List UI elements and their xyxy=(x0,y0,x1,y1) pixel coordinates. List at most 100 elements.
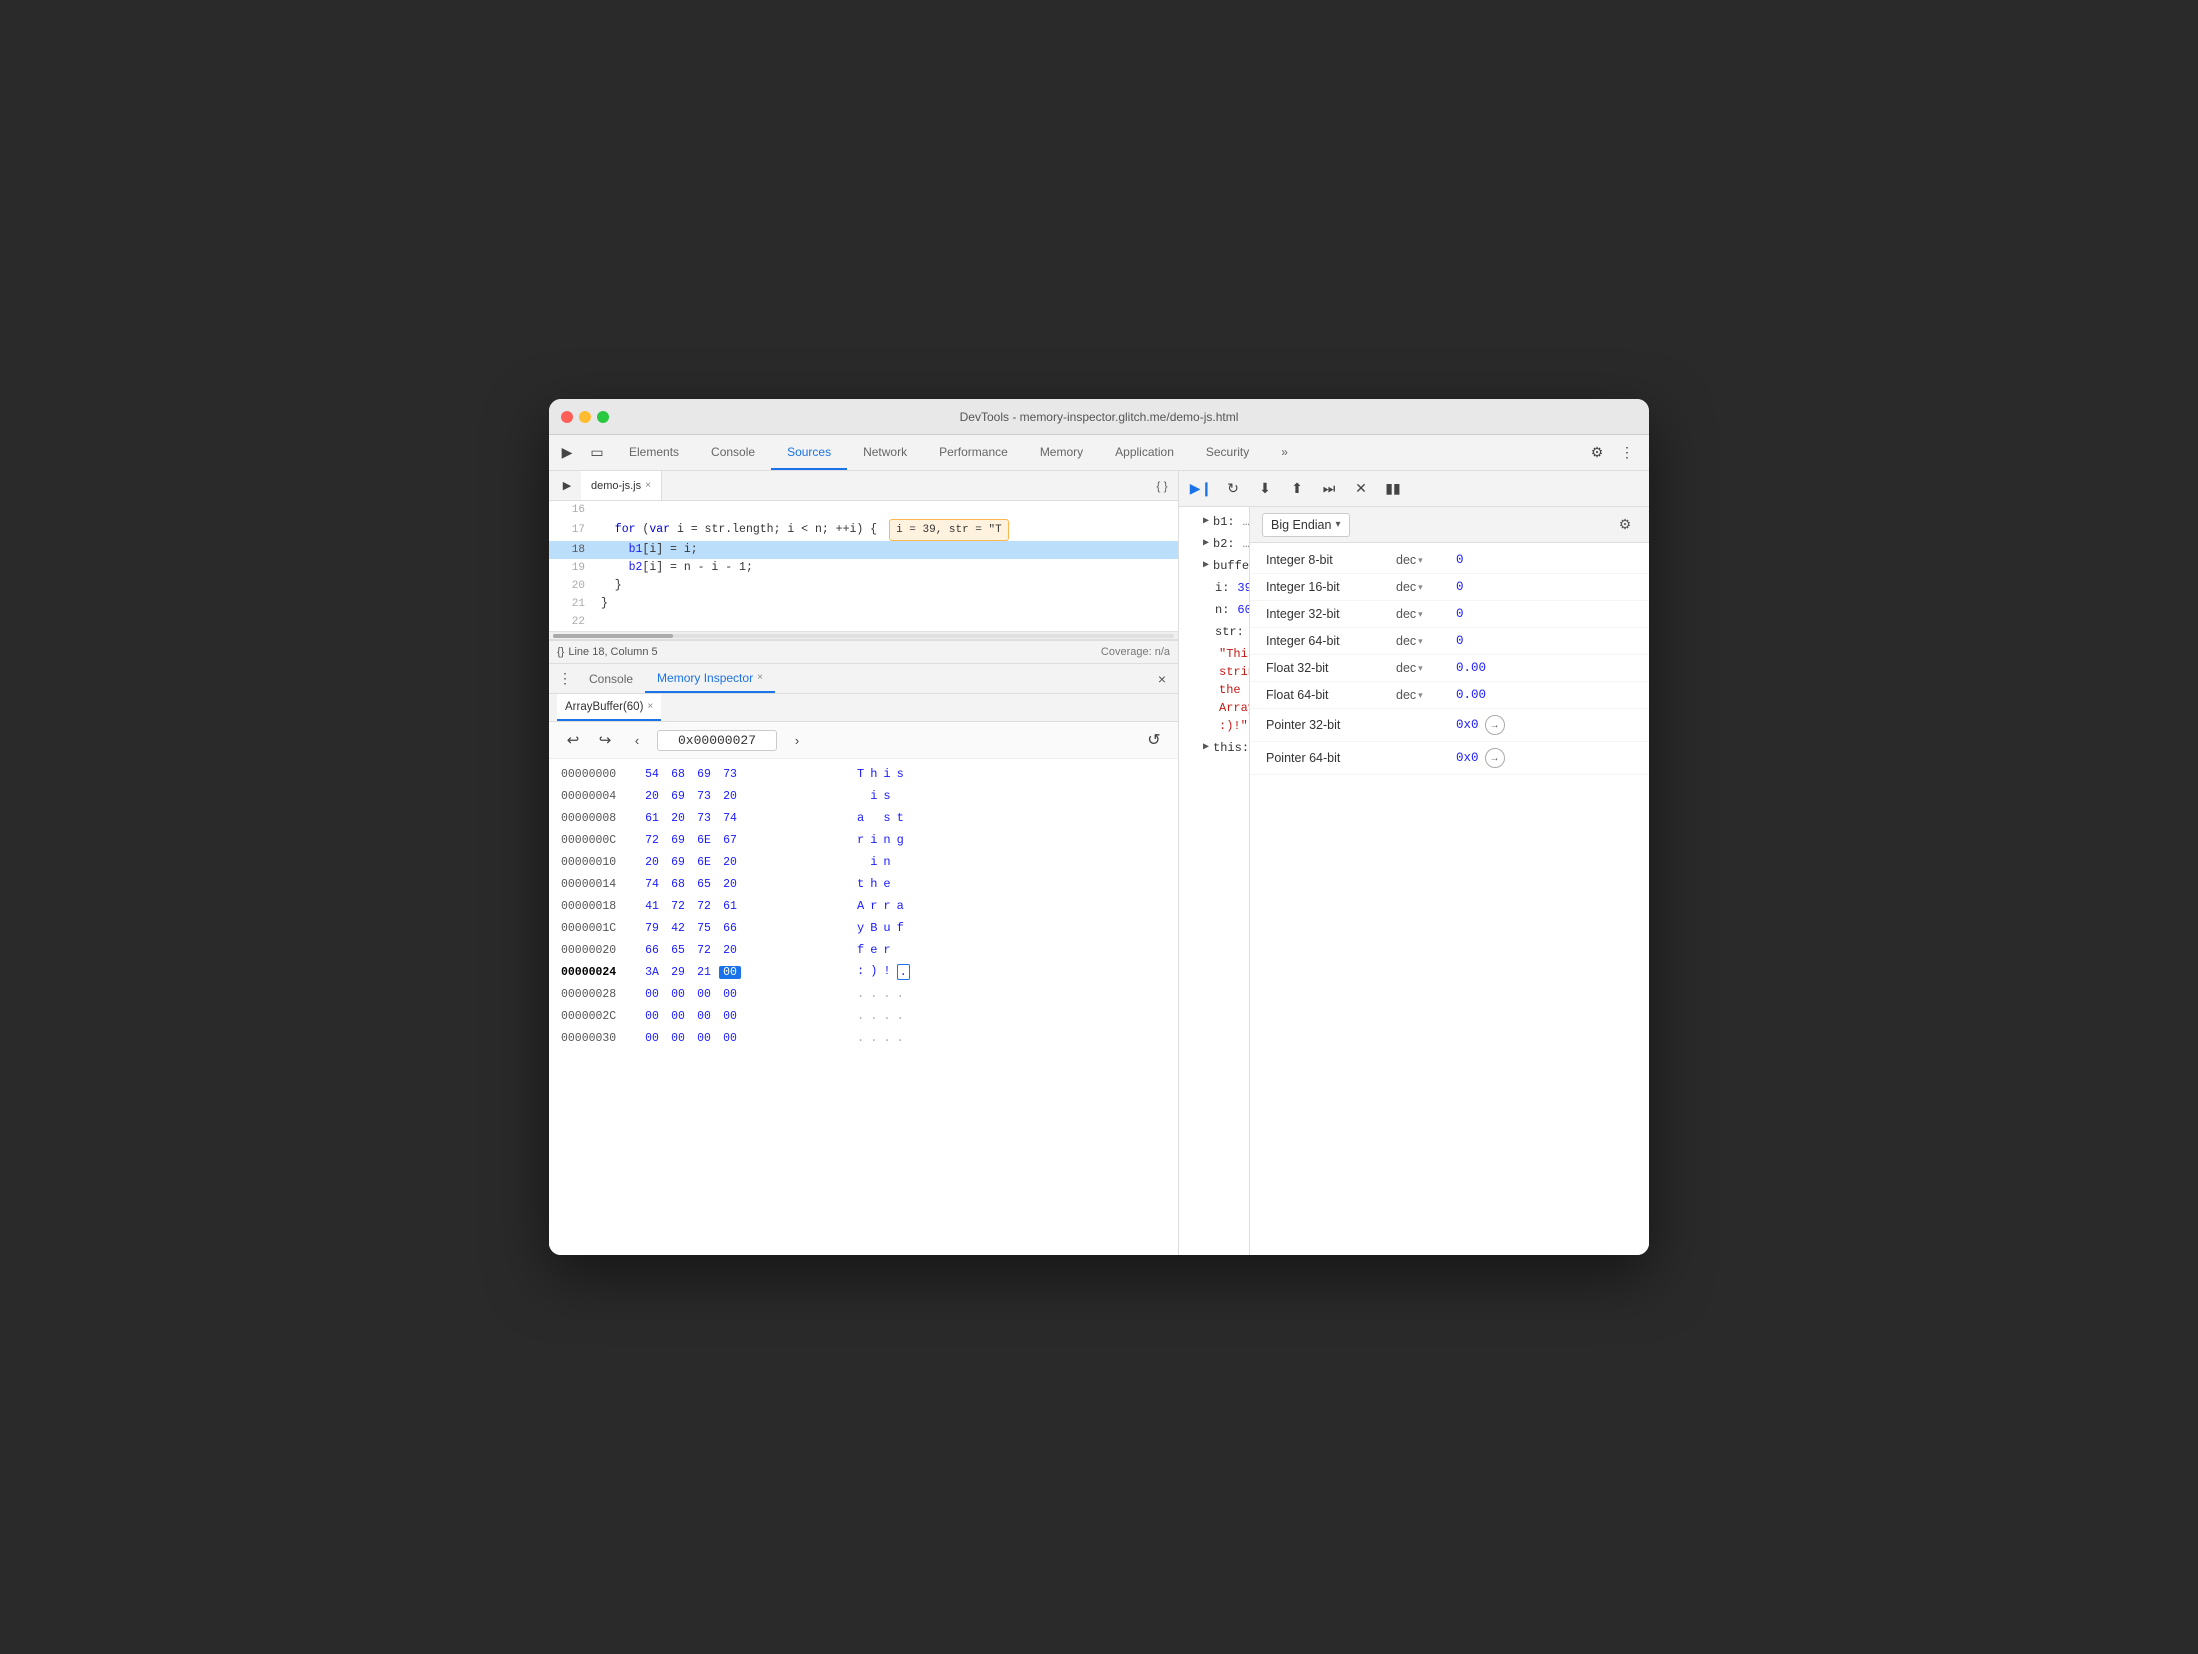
right-panel: ▶❙ ↻ ⬇ ⬆ ⏭ ✕ ▮▮ ▶ b1: xyxy=(1179,471,1649,1255)
hex-row-00000018: 00000018 41 72 72 61 A r r xyxy=(561,895,1166,917)
hex-prev-button[interactable]: ‹ xyxy=(625,728,649,752)
hex-row-0000000C: 0000000C 72 69 6E 67 r i n xyxy=(561,829,1166,851)
tab-memory[interactable]: Memory xyxy=(1024,435,1099,470)
memory-inspector-panel: ArrayBuffer(60) × ↩ ↪ ‹ › ↺ xyxy=(549,694,1178,1255)
file-tab-bar: ▶ demo-js.js × { } xyxy=(549,471,1178,501)
hex-next-button[interactable]: › xyxy=(785,728,809,752)
hex-row-00000010: 00000010 20 69 6E 20 i n xyxy=(561,851,1166,873)
settings-button[interactable]: ⚙ xyxy=(1583,439,1611,467)
memory-inspector-tab-close[interactable]: × xyxy=(757,672,763,683)
hex-address-input[interactable] xyxy=(657,730,777,751)
status-bar: {} Line 18, Column 5 Coverage: n/a xyxy=(549,640,1178,664)
step-button[interactable]: ⏭ xyxy=(1315,475,1343,503)
hex-refresh-button[interactable]: ↺ xyxy=(1142,728,1166,752)
code-content: 16 17 for (var i = str.length; i < n; ++… xyxy=(549,501,1178,631)
array-buffer-tab-close[interactable]: × xyxy=(647,701,653,712)
tab-network[interactable]: Network xyxy=(847,435,923,470)
pause-on-exceptions-button[interactable]: ▮▮ xyxy=(1379,475,1407,503)
mi-row-int64: Integer 64-bit dec ▾ 0 xyxy=(1250,628,1649,655)
hex-row-00000024: 00000024 3A 29 21 00 : ) ! xyxy=(561,961,1166,983)
device-toolbar-button[interactable]: ▭ xyxy=(583,439,611,467)
hex-row-0000001C: 0000001C 79 42 75 66 y B u xyxy=(561,917,1166,939)
code-line-18: 18 b1[i] = i; xyxy=(549,541,1178,559)
step-into-button[interactable]: ⬇ xyxy=(1251,475,1279,503)
scope-item-n: n: 60 xyxy=(1179,599,1249,621)
tab-performance[interactable]: Performance xyxy=(923,435,1024,470)
code-line-21: 21 } xyxy=(549,595,1178,613)
step-over-button[interactable]: ↻ xyxy=(1219,475,1247,503)
right-split: ▶ b1: … ▶ b2: … ▶ buffer: xyxy=(1179,507,1649,1255)
mi-row-float64: Float 64-bit dec ▾ 0.00 xyxy=(1250,682,1649,709)
format-code-button[interactable]: { } xyxy=(1150,474,1174,498)
code-line-17: 17 for (var i = str.length; i < n; ++i) … xyxy=(549,519,1178,541)
pointer64-navigate-button[interactable]: → xyxy=(1485,748,1505,768)
mi-endian-toolbar: Big Endian ▾ ⚙ xyxy=(1250,507,1649,543)
scope-item-b1[interactable]: ▶ b1: … xyxy=(1179,511,1249,533)
hex-row-00000028: 00000028 00 00 00 00 . . . xyxy=(561,983,1166,1005)
mi-row-float32: Float 32-bit dec ▾ 0.00 xyxy=(1250,655,1649,682)
close-bottom-panel[interactable]: × xyxy=(1150,667,1174,691)
hex-redo-button[interactable]: ↪ xyxy=(593,728,617,752)
window-title: DevTools - memory-inspector.glitch.me/de… xyxy=(960,410,1239,424)
tab-security[interactable]: Security xyxy=(1190,435,1265,470)
tab-application[interactable]: Application xyxy=(1099,435,1190,470)
hex-undo-button[interactable]: ↩ xyxy=(561,728,585,752)
more-options-button[interactable]: ⋮ xyxy=(1613,439,1641,467)
endian-selector[interactable]: Big Endian ▾ xyxy=(1262,513,1350,537)
scope-item-this[interactable]: ▶ this: Window xyxy=(1179,737,1249,759)
devtools-settings-area: ⚙ ⋮ xyxy=(1583,439,1645,467)
hex-row-00000030: 00000030 00 00 00 00 . . . xyxy=(561,1027,1166,1049)
code-line-16: 16 xyxy=(549,501,1178,519)
memory-inspector-values-pane: Big Endian ▾ ⚙ Integer 8-bit dec ▾ 0 xyxy=(1249,507,1649,1255)
bottom-panel-menu[interactable]: ⋮ xyxy=(553,667,577,691)
main-tabs: Elements Console Sources Network Perform… xyxy=(613,435,1581,470)
hex-row-00000014: 00000014 74 68 65 20 t h e xyxy=(561,873,1166,895)
scope-item-buffer[interactable]: ▶ buffer: ArrayBuffer(60) ⬛ xyxy=(1179,555,1249,577)
close-button[interactable] xyxy=(561,411,573,423)
maximize-button[interactable] xyxy=(597,411,609,423)
tab-sources[interactable]: Sources xyxy=(771,435,847,470)
code-editor: ▶ demo-js.js × { } 16 xyxy=(549,471,1178,640)
coverage-status: Coverage: n/a xyxy=(1101,646,1170,658)
hex-row-00000008: 00000008 61 20 73 74 a s xyxy=(561,807,1166,829)
main-content-area: ▶ demo-js.js × { } 16 xyxy=(549,471,1649,1255)
deactivate-breakpoints-button[interactable]: ✕ xyxy=(1347,475,1375,503)
scope-item-str: str: "This is a string in the ArrayBuffe… xyxy=(1179,621,1249,737)
mi-settings-button[interactable]: ⚙ xyxy=(1613,513,1637,537)
tab-console-bottom[interactable]: Console xyxy=(577,664,645,693)
tab-more[interactable]: » xyxy=(1265,435,1304,470)
mi-row-int16: Integer 16-bit dec ▾ 0 xyxy=(1250,574,1649,601)
file-tab-close[interactable]: × xyxy=(645,480,651,491)
code-scrollbar[interactable] xyxy=(549,631,1178,639)
inspect-element-button[interactable]: ▶ xyxy=(553,439,581,467)
pointer32-navigate-button[interactable]: → xyxy=(1485,715,1505,735)
hex-row-0000002C: 0000002C 00 00 00 00 . . . xyxy=(561,1005,1166,1027)
scope-panel: ▶ b1: … ▶ b2: … ▶ buffer: xyxy=(1179,507,1249,1255)
cursor-position: Line 18, Column 5 xyxy=(568,646,657,658)
array-buffer-tab-bar: ArrayBuffer(60) × xyxy=(549,694,1178,722)
scope-item-i: i: 39 xyxy=(1179,577,1249,599)
devtools-container: ▶ ▭ Elements Console Sources Network Per… xyxy=(549,435,1649,1255)
mi-row-ptr32: Pointer 32-bit 0x0 → ↙ xyxy=(1250,709,1649,742)
hex-row-00000004: 00000004 20 69 73 20 i s xyxy=(561,785,1166,807)
hex-table: 00000000 54 68 69 73 T h i xyxy=(549,759,1178,1255)
title-bar: DevTools - memory-inspector.glitch.me/de… xyxy=(549,399,1649,435)
array-buffer-tab[interactable]: ArrayBuffer(60) × xyxy=(557,694,661,721)
mi-row-int8: Integer 8-bit dec ▾ 0 xyxy=(1250,547,1649,574)
code-line-20: 20 } xyxy=(549,577,1178,595)
tab-console[interactable]: Console xyxy=(695,435,771,470)
debug-toolbar: ▶❙ ↻ ⬇ ⬆ ⏭ ✕ ▮▮ xyxy=(1179,471,1649,507)
traffic-lights xyxy=(561,411,609,423)
tab-elements[interactable]: Elements xyxy=(613,435,695,470)
mi-row-int32: Integer 32-bit dec ▾ 0 xyxy=(1250,601,1649,628)
file-tab-demo-js[interactable]: demo-js.js × xyxy=(581,471,662,500)
hex-row-00000020: 00000020 66 65 72 20 f e r xyxy=(561,939,1166,961)
sources-sidebar-toggle[interactable]: ▶ xyxy=(553,472,581,500)
scope-item-b2[interactable]: ▶ b2: … xyxy=(1179,533,1249,555)
minimize-button[interactable] xyxy=(579,411,591,423)
tab-memory-inspector[interactable]: Memory Inspector × xyxy=(645,664,775,693)
code-line-19: 19 b2[i] = n - i - 1; xyxy=(549,559,1178,577)
left-panel: ▶ demo-js.js × { } 16 xyxy=(549,471,1179,1255)
step-out-button[interactable]: ⬆ xyxy=(1283,475,1311,503)
resume-button[interactable]: ▶❙ xyxy=(1187,475,1215,503)
